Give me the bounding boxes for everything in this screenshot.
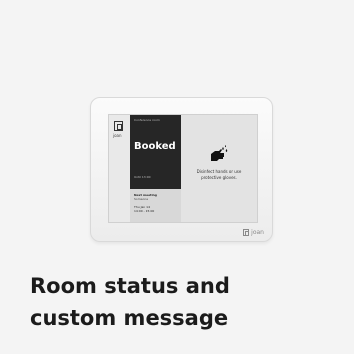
screen-logo-text: joan <box>113 133 122 138</box>
custom-message-panel: Disinfect hands or use protective gloves… <box>181 115 257 222</box>
device-screen: joan Conference room Booked Until 13:00 … <box>108 114 258 223</box>
next-meeting-panel: Next meeting Someone Thu Jan 14 14:00 - … <box>130 189 181 222</box>
joan-logo-icon <box>114 121 123 131</box>
caption-line-2: custom message <box>30 306 229 330</box>
feature-caption: Room status and custom message <box>30 270 230 334</box>
custom-message-text: Disinfect hands or use protective gloves… <box>196 169 242 180</box>
booked-until: Until 13:00 <box>134 175 151 179</box>
next-meeting-time: 14:00 - 15:00 <box>134 209 155 213</box>
joan-device: joan Conference room Booked Until 13:00 … <box>90 97 273 242</box>
room-status-panel: Conference room Booked Until 13:00 <box>130 115 181 189</box>
room-status: Booked <box>134 141 176 152</box>
device-brand: joan <box>243 229 264 236</box>
device-brand-text: joan <box>251 229 264 236</box>
screen-left-strip: joan <box>109 115 130 222</box>
hand-sanitize-icon <box>211 145 228 161</box>
room-name: Conference room <box>134 118 160 122</box>
next-meeting-organizer: Someone <box>134 197 149 201</box>
caption-line-1: Room status and <box>30 274 230 298</box>
joan-brand-icon <box>243 229 250 236</box>
